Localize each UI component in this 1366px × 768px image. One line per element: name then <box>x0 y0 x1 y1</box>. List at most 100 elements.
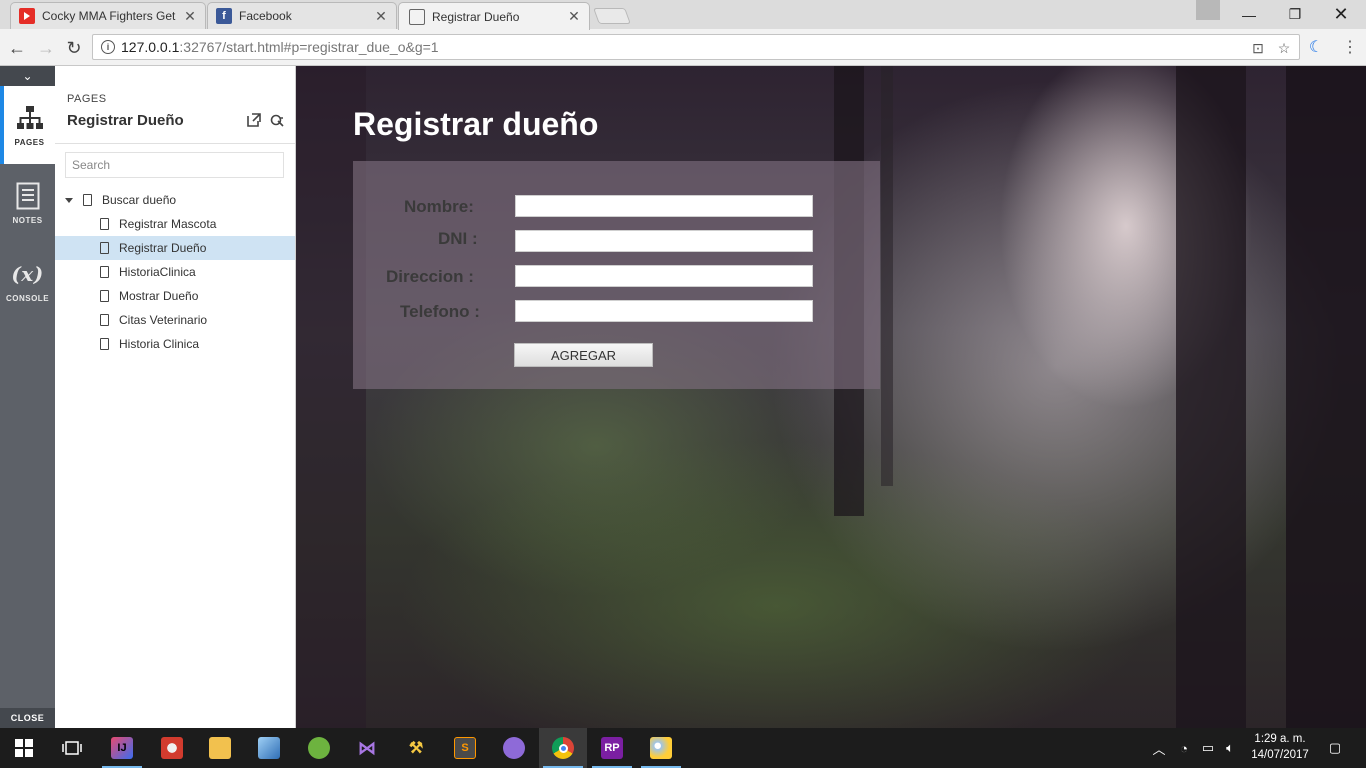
extension-icon[interactable]: ☾ <box>1306 37 1326 57</box>
tree-item-historiaclinica[interactable]: HistoriaClinica <box>55 260 295 284</box>
close-tab-icon[interactable]: ✕ <box>374 8 388 25</box>
address-bar[interactable]: i 127.0.0.1:32767/start.html#p=registrar… <box>92 34 1300 60</box>
search-input[interactable] <box>65 152 284 178</box>
document-icon <box>409 8 425 25</box>
page-icon <box>100 290 109 302</box>
close-tab-icon[interactable]: ✕ <box>183 8 197 25</box>
taskbar-paint[interactable] <box>637 728 685 768</box>
restore-icon[interactable]: ❐ <box>1272 0 1318 29</box>
forest-background <box>881 66 893 486</box>
left-rail: ⌄ PAGES NOTES (x) CONSOLE CLOSE <box>0 66 55 728</box>
page-tree: Buscar dueño Registrar Mascota Registrar… <box>55 188 295 356</box>
taskbar-axure[interactable]: RP <box>588 728 636 768</box>
reset-view-icon[interactable] <box>269 112 285 128</box>
panel-title: Registrar Dueño <box>67 112 184 129</box>
tree-item-mostrar-dueno[interactable]: Mostrar Dueño <box>55 284 295 308</box>
show-hidden-icons-icon[interactable]: ︿ <box>1150 728 1168 768</box>
taskbar-ccleaner[interactable] <box>148 728 196 768</box>
task-view-icon <box>62 741 82 755</box>
direccion-input[interactable] <box>515 265 813 287</box>
info-icon[interactable]: i <box>101 40 115 54</box>
taskbar-github[interactable] <box>490 728 538 768</box>
profile-icon[interactable] <box>1196 0 1220 20</box>
translate-icon[interactable]: ⊡ <box>1249 39 1267 57</box>
taskbar-intellij[interactable]: IJ <box>98 728 146 768</box>
youtube-icon <box>19 8 35 24</box>
chrome-icon <box>552 737 574 759</box>
telefono-input[interactable] <box>515 300 813 322</box>
page-icon <box>83 194 92 206</box>
nombre-label: Nombre: <box>404 197 474 216</box>
collapse-chevron-icon[interactable]: ⌄ <box>0 66 55 86</box>
dni-input[interactable] <box>515 230 813 252</box>
forward-icon[interactable]: → <box>35 37 57 59</box>
url-path: :32767/start.html#p=registrar_due_o&g=1 <box>179 39 439 55</box>
taskbar-virtualbox[interactable] <box>245 728 293 768</box>
expand-caret-icon[interactable] <box>65 197 73 203</box>
axure-rp-icon: RP <box>601 737 623 759</box>
prototype-page: Registrar dueño Nombre: DNI : Direccion … <box>296 66 1366 728</box>
taskbar-visual-studio[interactable]: ⋈ <box>343 728 391 768</box>
battery-icon[interactable]: ▭ <box>1198 728 1218 768</box>
minimize-icon[interactable]: — <box>1226 0 1272 29</box>
browser-menu-icon[interactable]: ⋮ <box>1340 37 1360 57</box>
taskbar-sublime[interactable]: S <box>441 728 489 768</box>
back-icon[interactable]: ← <box>6 37 28 59</box>
nombre-input[interactable] <box>515 195 813 217</box>
tree-item-buscar-dueno[interactable]: Buscar dueño <box>55 188 295 212</box>
windows-icon <box>15 739 33 757</box>
tab-strip: Cocky MMA Fighters Get ✕ f Facebook ✕ Re… <box>0 0 1366 30</box>
close-rail-button[interactable]: CLOSE <box>0 708 55 728</box>
system-clock[interactable]: 1:29 a. m. 14/07/2017 <box>1240 731 1320 763</box>
task-view-button[interactable] <box>48 728 96 768</box>
new-tab-button[interactable] <box>593 8 631 24</box>
taskbar-file-explorer[interactable] <box>196 728 244 768</box>
page-icon <box>100 266 109 278</box>
panel-label: PAGES <box>67 93 107 105</box>
tree-item-registrar-mascota[interactable]: Registrar Mascota <box>55 212 295 236</box>
notifications-icon[interactable]: ▢ <box>1320 728 1350 768</box>
tree-item-registrar-dueno[interactable]: Registrar Dueño <box>55 236 295 260</box>
rail-console-label: CONSOLE <box>5 293 50 303</box>
rail-pages[interactable]: PAGES <box>0 86 55 164</box>
agregar-button[interactable]: AGREGAR <box>514 343 653 367</box>
ccleaner-icon <box>161 737 183 759</box>
bookmark-star-icon[interactable]: ☆ <box>1275 39 1293 57</box>
taskbar-spring[interactable] <box>295 728 343 768</box>
sublime-icon: S <box>454 737 476 759</box>
open-in-new-icon[interactable] <box>246 112 262 128</box>
tab-title: Registrar Dueño <box>432 9 520 24</box>
page-icon <box>100 242 109 254</box>
volume-icon[interactable]: 🔈︎ <box>1220 728 1240 768</box>
dni-label: DNI : <box>438 229 478 248</box>
page-icon <box>100 314 109 326</box>
close-tab-icon[interactable]: ✕ <box>567 8 581 25</box>
tree-item-label: Buscar dueño <box>102 193 177 207</box>
rail-console[interactable]: (x) CONSOLE <box>0 242 55 320</box>
reload-icon[interactable]: ↻ <box>63 37 85 59</box>
tab-title: Cocky MMA Fighters Get <box>42 9 176 23</box>
facebook-icon: f <box>216 8 232 24</box>
rail-notes[interactable]: NOTES <box>0 164 55 242</box>
registration-form: Nombre: DNI : Direccion : Telefono : AGR… <box>353 161 880 389</box>
variable-icon: (x) <box>11 261 44 286</box>
tree-item-label: Registrar Mascota <box>119 217 217 231</box>
direccion-label: Direccion : <box>386 267 474 286</box>
tree-item-historia-clinica[interactable]: Historia Clinica <box>55 332 295 356</box>
taskbar-tools[interactable]: ⚒ <box>392 728 440 768</box>
tools-icon: ⚒ <box>408 740 424 757</box>
start-button[interactable] <box>0 728 48 768</box>
tab-facebook[interactable]: f Facebook ✕ <box>207 2 397 29</box>
pages-panel: PAGES Registrar Dueño Buscar dueño Regis… <box>55 66 296 728</box>
close-window-icon[interactable]: ✕ <box>1318 0 1364 29</box>
tab-title: Facebook <box>239 9 292 23</box>
panel-divider <box>55 143 295 144</box>
page-icon <box>100 218 109 230</box>
tree-item-citas-veterinario[interactable]: Citas Veterinario <box>55 308 295 332</box>
page-icon <box>100 338 109 350</box>
taskbar-chrome[interactable] <box>539 728 587 768</box>
clock-time: 1:29 a. m. <box>1254 733 1306 745</box>
tab-youtube[interactable]: Cocky MMA Fighters Get ✕ <box>10 2 206 29</box>
tab-registrar-dueno[interactable]: Registrar Dueño ✕ <box>398 2 590 30</box>
wifi-icon[interactable]: ◔ <box>1174 728 1194 768</box>
